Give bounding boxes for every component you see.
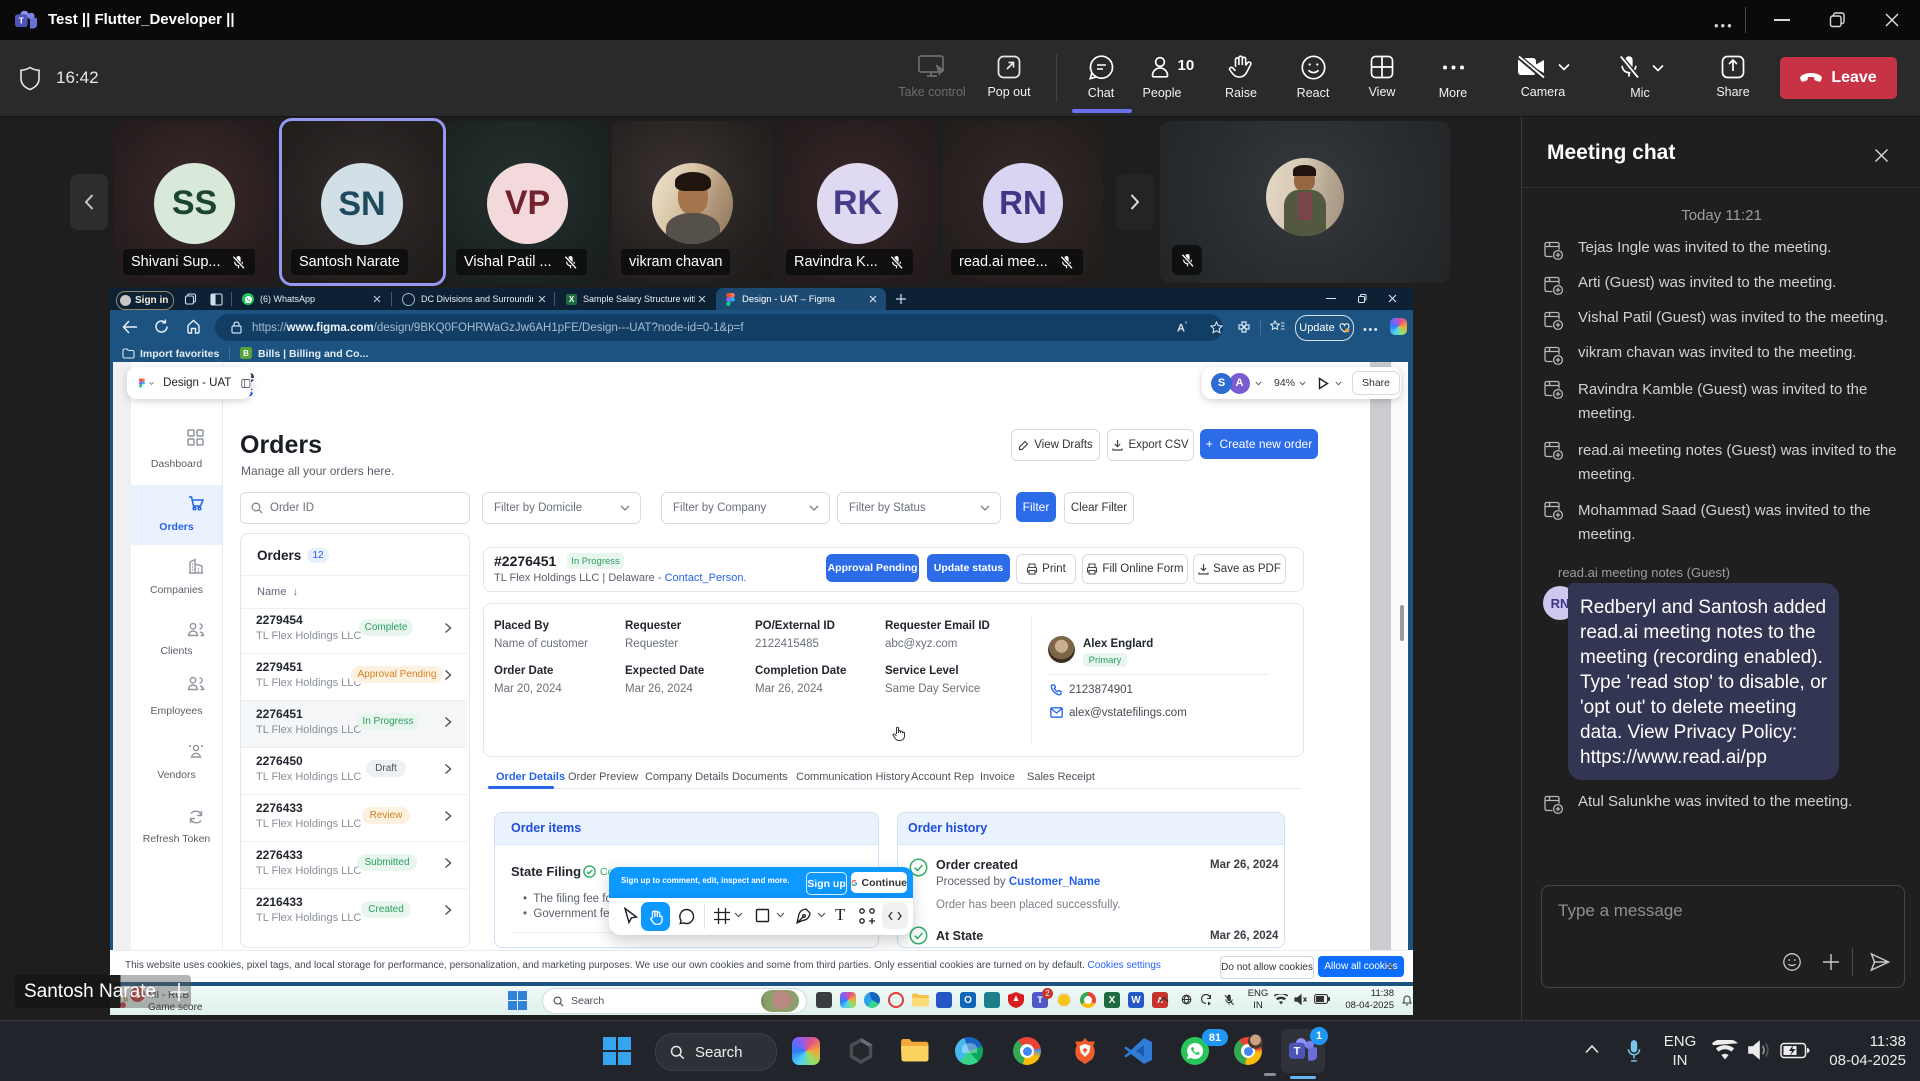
svg-text:T: T xyxy=(19,16,25,26)
svg-text:T: T xyxy=(1294,1045,1301,1057)
